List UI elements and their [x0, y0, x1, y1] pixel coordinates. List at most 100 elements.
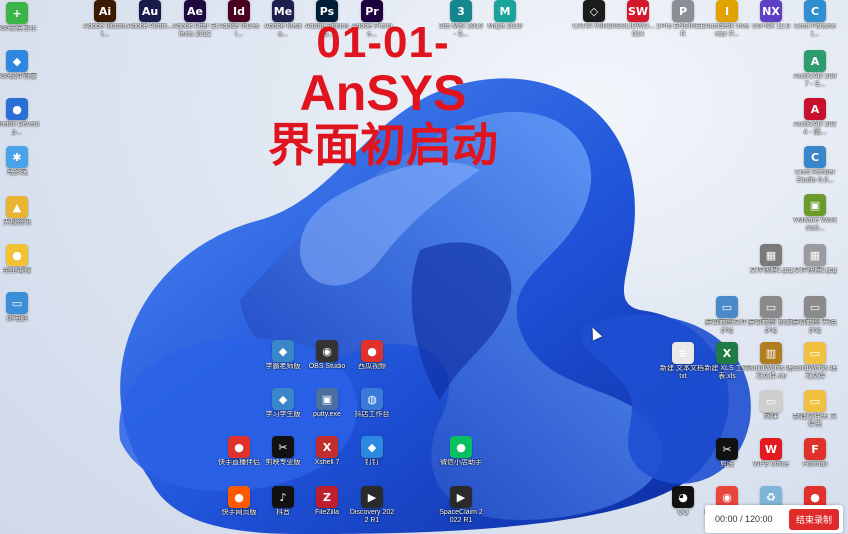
- icon-app-4[interactable]: ✱ 马多玩: [0, 146, 40, 177]
- icon-new-txt[interactable]: ≡ 新建 文本文档.txt: [660, 342, 706, 381]
- icon-solidworks-rar-icon: ▥: [760, 342, 782, 364]
- icon-file-png-1[interactable]: ▭ 屏幕截图文件.png: [704, 296, 750, 335]
- icon-discovery-label: Discovery 2022 R1: [349, 509, 395, 524]
- icon-jianying[interactable]: ✂ 剪映: [704, 438, 750, 469]
- icon-app-mid-8[interactable]: ● 快手直播伴侣: [216, 436, 262, 467]
- icon-folder-new[interactable]: ▭ 新建文件夹 文件夹: [792, 390, 838, 429]
- icon-solidworks-rar-label: SolidWorks 练习文件.rar: [748, 365, 794, 380]
- icon-wechat-store-icon: ●: [450, 436, 472, 458]
- icon-folder-new-label: 新建文件夹 文件夹: [793, 413, 837, 428]
- desktop: +360安全卫士 ◆360软件管家 ●Firefox Develop... ✱马多玩 ▲…: [0, 0, 848, 534]
- icon-foxmail-icon: F: [804, 438, 826, 460]
- icon-file-png-1-icon: ▭: [716, 296, 738, 318]
- icon-douyin[interactable]: ♪ 抖音: [260, 486, 306, 517]
- icon-creo-parametric[interactable]: C Creo Paramet...: [792, 0, 838, 39]
- icon-indesign-icon: Id: [228, 0, 250, 22]
- icon-autodesk-inventor-icon: I: [716, 0, 738, 22]
- icon-kuaishou-web-icon: ●: [228, 486, 250, 508]
- icon-catia[interactable]: ◇ CATIA V5R20: [571, 0, 617, 31]
- icon-catia-icon: ◇: [583, 0, 605, 22]
- icon-vmware[interactable]: ▣ VMware Workstati...: [792, 194, 838, 233]
- icon-app-mid-5[interactable]: ◆ 学习学生版: [260, 388, 306, 419]
- icon-app-mid-4[interactable]: ● 西瓜视频: [349, 340, 395, 371]
- icon-xshell[interactable]: X Xshell 7: [304, 436, 350, 467]
- stop-recording-button[interactable]: 结束录制: [788, 508, 839, 530]
- icon-firefox[interactable]: ●Firefox Develop...: [0, 98, 40, 137]
- icon-solidworks-folder-label: SolidWorks 练习文件: [792, 365, 838, 380]
- icon-app-6-label: 金山毒霸: [3, 267, 31, 274]
- icon-media-encoder-icon: Me: [272, 0, 294, 22]
- icon-pro-engineer[interactable]: P Pro ENGINEER: [660, 0, 706, 39]
- icon-kuaishou-web[interactable]: ● 快手网页版: [216, 486, 262, 517]
- icon-wechat-store[interactable]: ● 微信小店助手: [438, 436, 484, 467]
- icon-file-png-3[interactable]: ▭ 屏幕截图 开始.png: [792, 296, 838, 335]
- icon-wechat-store-label: 微信小店助手: [440, 459, 482, 466]
- icon-discovery[interactable]: ▶ Discovery 2022 R1: [349, 486, 395, 525]
- icon-file-png-2-label: 屏幕截图 资源.png: [748, 319, 794, 334]
- icon-file-png-2-icon: ▭: [760, 296, 782, 318]
- icon-qq[interactable]: ◕ QQ: [660, 486, 706, 517]
- icon-app-mid-4-label: 西瓜视频: [358, 363, 386, 370]
- icon-qq-icon: ◕: [672, 486, 694, 508]
- icon-pro-engineer-label: Pro ENGINEER: [660, 23, 706, 38]
- icon-dingtalk[interactable]: ◆ 钉钉: [349, 436, 395, 467]
- icon-file-jpg-1[interactable]: ▦ 文件快照1.jpg: [748, 244, 794, 275]
- icon-autodesk-inventor[interactable]: I Autodesk Inventor P...: [704, 0, 750, 39]
- icon-filezilla-icon: Z: [316, 486, 338, 508]
- icon-putty[interactable]: ▣ putty.exe: [304, 388, 350, 419]
- recording-timer: 00:00 / 120:00: [715, 514, 773, 524]
- icon-foxmail[interactable]: F Foxmail: [792, 438, 838, 469]
- icon-this-pc[interactable]: ▭ 此电脑: [0, 292, 40, 323]
- icon-app-mid-5-icon: ◆: [272, 388, 294, 410]
- icon-autocad-2007[interactable]: A AutoCAD 2007 - S...: [792, 50, 838, 89]
- icon-app-5[interactable]: ▲ 天极资讯: [0, 196, 40, 227]
- icon-audition-label: Adobe Auditi...: [127, 23, 173, 30]
- icon-autocad-2024[interactable]: A AutoCAD 2024 - 简...: [792, 98, 838, 137]
- icon-solidworks-folder-icon: ▭: [804, 342, 826, 364]
- icon-360-software[interactable]: ◆ 360软件管家: [0, 50, 40, 81]
- icon-file-jpg-2-label: 文件快照2.jpg: [793, 267, 837, 274]
- icon-putty-label: putty.exe: [313, 411, 341, 418]
- icon-xshell-icon: X: [316, 436, 338, 458]
- icon-ug-nx-icon: NX: [760, 0, 782, 22]
- icon-app-mid-2[interactable]: ◆ 学霸老师版: [260, 340, 306, 371]
- icon-app-mid-2-label: 学霸老师版: [265, 363, 301, 370]
- icon-app-mid-4-icon: ●: [361, 340, 383, 362]
- icon-foxmail-label: Foxmail: [802, 461, 828, 468]
- icon-app-mid-5-label: 学习学生版: [265, 411, 301, 418]
- icon-solidworks-2024[interactable]: SW SOLIDWO... 2024: [615, 0, 661, 39]
- icon-file-png-2[interactable]: ▭ 屏幕截图 资源.png: [748, 296, 794, 335]
- icon-audition[interactable]: Au Adobe Auditi...: [127, 0, 173, 31]
- icon-obs[interactable]: ◉ OBS Studio: [304, 340, 350, 371]
- icon-file-misc[interactable]: ▭ 网课: [748, 390, 794, 421]
- icon-creo-render-label: Creo Render Studio 6.0...: [794, 169, 836, 184]
- icon-after-effects[interactable]: Ae Adobe After Effects 2022: [172, 0, 218, 39]
- icon-qq-label: QQ: [677, 509, 689, 516]
- icon-app-6[interactable]: ● 金山毒霸: [0, 244, 40, 275]
- icon-360-software-icon: ◆: [6, 50, 28, 72]
- icon-creo-render[interactable]: C Creo Render Studio 6.0...: [792, 146, 838, 185]
- icon-solidworks-folder[interactable]: ▭ SolidWorks 练习文件: [792, 342, 838, 381]
- icon-new-xls[interactable]: X 新建 XLS 工作表.xls: [704, 342, 750, 381]
- overlay-line-2: AnSYS: [299, 65, 467, 121]
- icon-ug-nx[interactable]: NX UG-NX 12.0: [748, 0, 794, 31]
- icon-wps-office[interactable]: W WPS Office: [748, 438, 794, 469]
- icon-douyin-label: 抖音: [276, 509, 290, 516]
- icon-spaceclaim[interactable]: ▶ SpaceClaim 2022 R1: [438, 486, 484, 525]
- icon-file-jpg-2[interactable]: ▦ 文件快照2.jpg: [792, 244, 838, 275]
- icon-capcut-pro-icon: ✂: [272, 436, 294, 458]
- icon-vmware-icon: ▣: [804, 194, 826, 216]
- icon-folder-new-icon: ▭: [804, 390, 826, 412]
- icon-illustrator[interactable]: Ai Adobe Illustrat...: [82, 0, 128, 39]
- recording-bar: 00:00 / 120:00 结束录制: [705, 505, 843, 533]
- icon-capcut-pro[interactable]: ✂ 剪映专业版: [260, 436, 306, 467]
- icon-app-mid-7[interactable]: ◍ 抖店工作台: [349, 388, 395, 419]
- icon-360-safeguard-label: 360安全卫士: [0, 25, 37, 32]
- icon-filezilla-label: FileZilla: [314, 509, 340, 516]
- icon-solidworks-rar[interactable]: ▥ SolidWorks 练习文件.rar: [748, 342, 794, 381]
- icon-this-pc-icon: ▭: [6, 292, 28, 314]
- icon-filezilla[interactable]: Z FileZilla: [304, 486, 350, 517]
- icon-discovery-icon: ▶: [361, 486, 383, 508]
- icon-app-mid-7-label: 抖店工作台: [354, 411, 390, 418]
- icon-360-safeguard[interactable]: +360安全卫士: [0, 2, 40, 33]
